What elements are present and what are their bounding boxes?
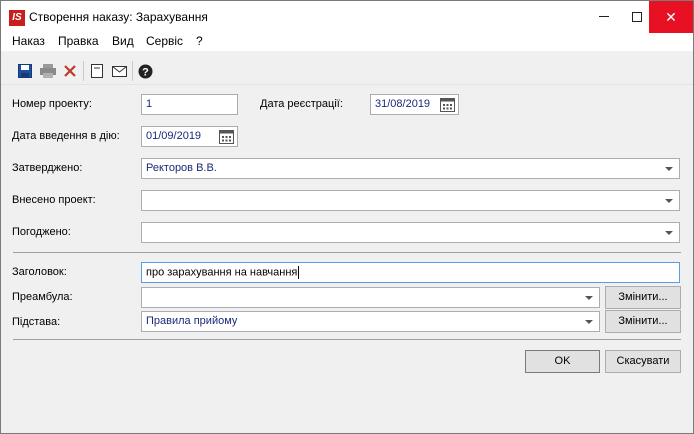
help-icon: ? — [138, 64, 152, 78]
effective-date-value: 01/09/2019 — [146, 130, 202, 142]
approved-select[interactable]: Ректоров В.В. — [141, 158, 680, 179]
effective-date-label: Дата введення в дію: — [12, 130, 120, 142]
document-icon — [91, 64, 103, 78]
print-icon — [40, 64, 56, 78]
heading-input[interactable]: про зарахування на навчання — [141, 262, 680, 283]
agreed-select[interactable] — [141, 222, 680, 243]
maximize-icon — [632, 12, 642, 22]
menu-service[interactable]: Сервіс — [146, 34, 183, 48]
project-number-input[interactable]: 1 — [141, 94, 238, 115]
print-button[interactable] — [38, 61, 58, 81]
preamble-change-button[interactable]: Змінити... — [605, 286, 681, 309]
preamble-label: Преамбула: — [12, 291, 73, 303]
window-title: Створення наказу: Зарахування — [29, 10, 208, 24]
chevron-down-icon — [665, 199, 673, 203]
close-button[interactable]: ✕ — [649, 1, 693, 33]
preamble-select[interactable] — [141, 287, 600, 308]
title-bar: IS Створення наказу: Зарахування ✕ — [1, 1, 693, 33]
minimize-icon — [599, 16, 609, 17]
help-button[interactable]: ? — [135, 61, 155, 81]
basis-label: Підстава: — [12, 316, 61, 328]
chevron-down-icon — [665, 167, 673, 171]
toolbar-separator — [83, 61, 84, 81]
effective-date-input[interactable]: 01/09/2019 — [141, 126, 238, 147]
menu-edit[interactable]: Правка — [58, 34, 99, 48]
cancel-button[interactable]: Скасувати — [605, 350, 681, 373]
approved-label: Затверджено: — [12, 162, 83, 174]
submitted-label: Внесено проект: — [12, 194, 96, 206]
agreed-label: Погоджено: — [12, 226, 71, 238]
basis-change-button[interactable]: Змінити... — [605, 310, 681, 333]
toolbar: ? — [1, 57, 693, 85]
divider — [13, 339, 681, 340]
menu-order[interactable]: Наказ — [12, 34, 45, 48]
registration-date-input[interactable]: 31/08/2019 — [370, 94, 459, 115]
app-logo: IS — [9, 10, 25, 26]
text-caret — [298, 266, 300, 279]
chevron-down-icon — [585, 296, 593, 300]
divider — [13, 252, 681, 253]
basis-select[interactable]: Правила прийому — [141, 311, 600, 332]
mail-icon — [111, 65, 127, 77]
save-icon — [18, 64, 32, 78]
basis-value: Правила прийому — [146, 315, 238, 327]
heading-label: Заголовок: — [12, 266, 67, 278]
dialog-window: IS Створення наказу: Зарахування ✕ Наказ… — [0, 0, 694, 434]
heading-value: про зарахування на навчання — [146, 266, 298, 279]
save-button[interactable] — [15, 61, 35, 81]
delete-button[interactable] — [60, 61, 80, 81]
registration-date-label: Дата реєстрації: — [260, 98, 343, 110]
ok-button[interactable]: OK — [525, 350, 600, 373]
menu-bar: Наказ Правка Вид Сервіс ? — [1, 33, 693, 51]
calendar-icon[interactable] — [219, 129, 234, 144]
delete-icon — [64, 65, 76, 77]
calendar-icon[interactable] — [440, 97, 455, 112]
svg-text:?: ? — [142, 66, 149, 78]
registration-date-value: 31/08/2019 — [375, 98, 431, 110]
project-number-label: Номер проекту: — [12, 98, 92, 110]
toolbar-separator — [132, 61, 133, 81]
document-button[interactable] — [87, 61, 107, 81]
close-icon: ✕ — [665, 9, 677, 25]
menu-view[interactable]: Вид — [112, 34, 134, 48]
chevron-down-icon — [585, 320, 593, 324]
submitted-select[interactable] — [141, 190, 680, 211]
mail-button[interactable] — [109, 61, 129, 81]
menu-help[interactable]: ? — [196, 34, 203, 48]
approved-value: Ректоров В.В. — [146, 162, 217, 174]
chevron-down-icon — [665, 231, 673, 235]
